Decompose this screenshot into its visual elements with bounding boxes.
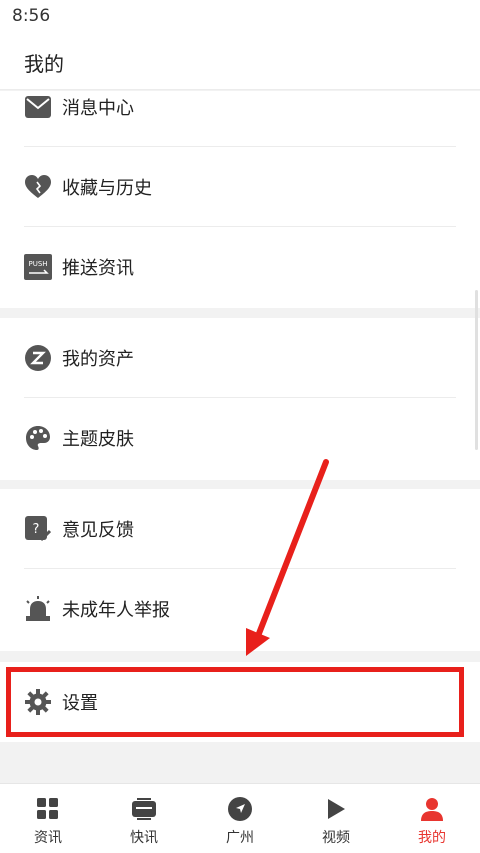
tab-flash[interactable]: 快讯 xyxy=(96,784,192,853)
gear-icon xyxy=(24,688,52,716)
status-time: 8:56 xyxy=(12,6,51,26)
menu-item-label: 未成年人举报 xyxy=(62,600,170,621)
menu-item-label: 主题皮肤 xyxy=(62,429,134,450)
menu-section-settings: 设置 xyxy=(0,662,480,742)
tab-news[interactable]: 资讯 xyxy=(0,784,96,853)
menu-section-content: 消息中心 收藏与历史 PUSH 推送资讯 xyxy=(0,91,480,308)
push-icon: PUSH xyxy=(24,253,52,281)
tab-me[interactable]: 我的 xyxy=(384,784,480,853)
menu-item-minor-report[interactable]: 未成年人举报 xyxy=(0,569,480,649)
tab-label: 资讯 xyxy=(34,830,62,846)
tab-label: 快讯 xyxy=(130,830,158,846)
tab-label: 广州 xyxy=(226,830,254,846)
menu-item-label: 推送资讯 xyxy=(62,258,134,279)
menu-section-support: ? 意见反馈 未成年人举报 xyxy=(0,489,480,651)
menu-item-theme[interactable]: 主题皮肤 xyxy=(0,398,480,478)
grid-icon xyxy=(35,796,61,822)
menu-item-label: 意见反馈 xyxy=(62,520,134,541)
feedback-icon: ? xyxy=(24,515,52,543)
tab-label: 我的 xyxy=(418,830,446,846)
svg-text:?: ? xyxy=(33,522,40,537)
tab-video[interactable]: 视频 xyxy=(288,784,384,853)
palette-icon xyxy=(24,424,52,452)
heart-icon xyxy=(24,173,52,201)
menu-item-favorites[interactable]: 收藏与历史 xyxy=(0,147,480,227)
tab-label: 视频 xyxy=(322,830,350,846)
status-bar: 8:56 xyxy=(0,0,480,34)
tv-icon xyxy=(131,796,157,822)
menu-item-label: 设置 xyxy=(62,693,98,714)
compass-icon xyxy=(227,796,253,822)
alarm-icon xyxy=(24,595,52,623)
scrollbar[interactable] xyxy=(475,290,478,450)
menu-item-feedback[interactable]: ? 意见反馈 xyxy=(0,489,480,569)
menu-item-messages[interactable]: 消息中心 xyxy=(0,67,480,147)
envelope-icon xyxy=(24,93,52,121)
play-icon xyxy=(323,796,349,822)
menu-item-assets[interactable]: 我的资产 xyxy=(0,318,480,398)
menu-item-settings[interactable]: 设置 xyxy=(0,662,480,742)
menu-item-push[interactable]: PUSH 推送资讯 xyxy=(0,227,480,307)
menu-item-label: 收藏与历史 xyxy=(62,178,152,199)
menu-item-label: 我的资产 xyxy=(62,349,134,370)
user-icon xyxy=(419,796,445,822)
menu-item-label: 消息中心 xyxy=(62,98,134,119)
menu-section-account: 我的资产 主题皮肤 xyxy=(0,318,480,480)
bottom-tab-bar: 资讯 快讯 广州 视频 我的 xyxy=(0,783,480,853)
push-badge-text: PUSH xyxy=(28,260,47,268)
assets-icon xyxy=(24,344,52,372)
tab-local[interactable]: 广州 xyxy=(192,784,288,853)
